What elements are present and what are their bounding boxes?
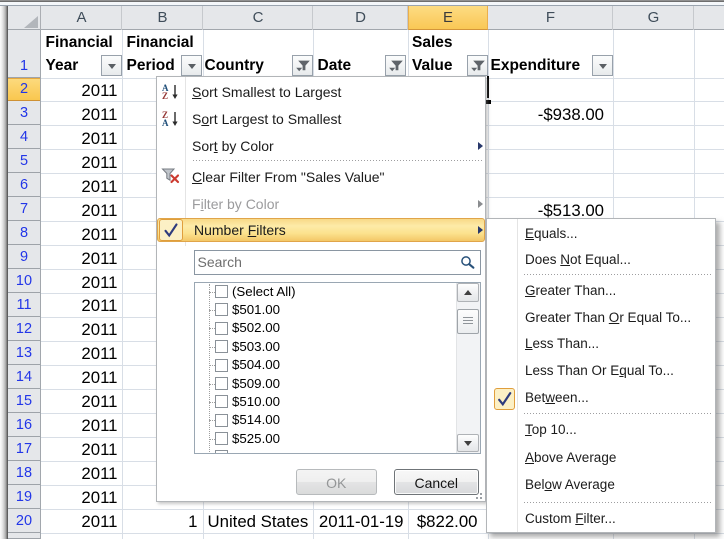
svg-text:Z: Z <box>162 91 168 100</box>
svg-text:A: A <box>162 118 169 127</box>
